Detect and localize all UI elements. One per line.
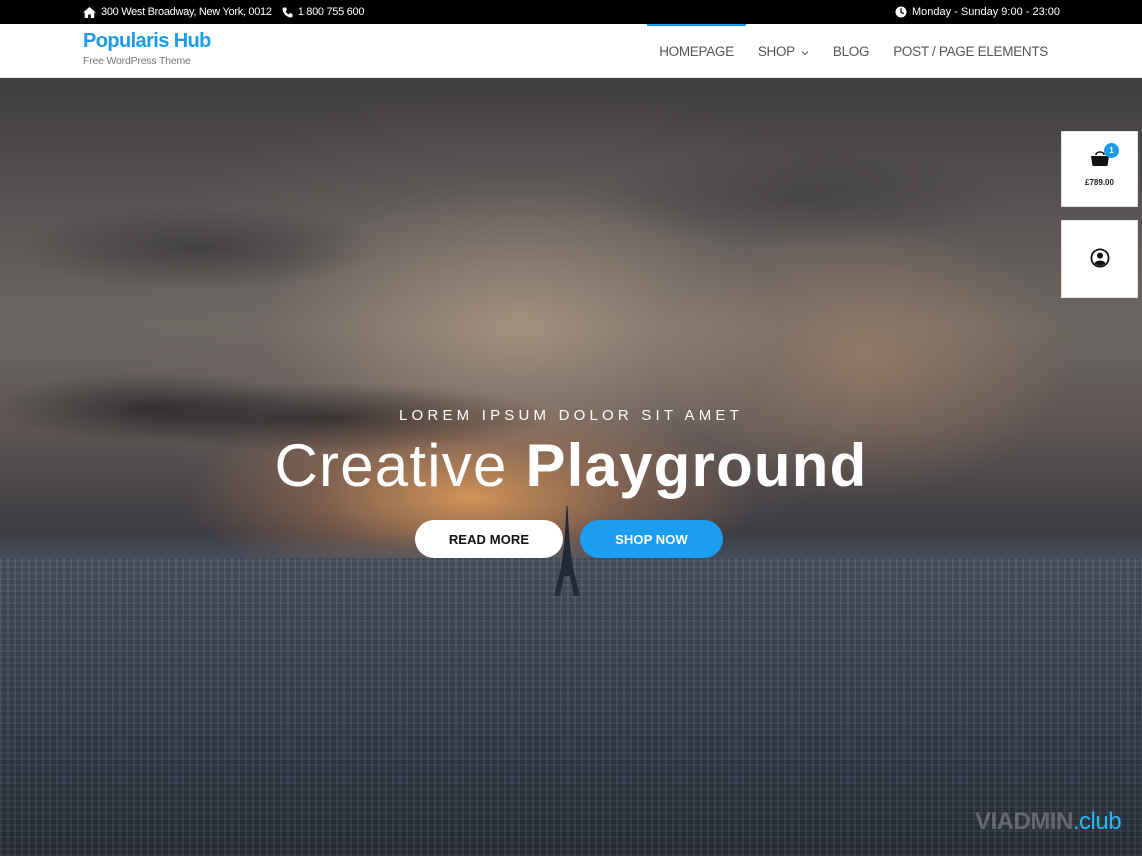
nav-item-label: POST / PAGE ELEMENTS bbox=[893, 43, 1048, 59]
hero-headline: Creative Playground bbox=[0, 430, 1142, 502]
site-title[interactable]: Popularis Hub bbox=[83, 30, 211, 52]
address-text: 300 West Broadway, New York, 0012 bbox=[101, 6, 272, 18]
topbar-phone[interactable]: 1 800 755 600 bbox=[282, 6, 364, 18]
read-more-button[interactable]: READ MORE bbox=[415, 520, 563, 558]
nav-item-label: BLOG bbox=[832, 43, 870, 59]
hero-headline-bold: Playground bbox=[525, 432, 868, 499]
nav-item-shop[interactable]: SHOP bbox=[746, 24, 821, 78]
home-icon bbox=[83, 6, 96, 18]
nav-item-blog[interactable]: BLOG bbox=[821, 24, 881, 78]
hero-section: LOREM IPSUM DOLOR SIT AMET Creative Play… bbox=[0, 78, 1142, 856]
cart-total: £789.00 bbox=[1085, 178, 1114, 187]
site-tagline: Free WordPress Theme bbox=[83, 55, 191, 67]
hero-headline-light: Creative bbox=[274, 432, 508, 499]
chevron-down-icon bbox=[801, 44, 809, 59]
nav-item-label: SHOP bbox=[757, 43, 795, 59]
site-header: Popularis Hub Free WordPress Theme HOMEP… bbox=[0, 24, 1142, 78]
cart-count-badge: 1 bbox=[1104, 143, 1119, 158]
main-navigation: HOMEPAGE SHOP BLOG POST / PAGE ELEMENTS bbox=[647, 24, 1060, 78]
hero-content: LOREM IPSUM DOLOR SIT AMET Creative Play… bbox=[0, 78, 1142, 856]
clock-icon bbox=[895, 6, 907, 18]
nav-item-post-page-elements[interactable]: POST / PAGE ELEMENTS bbox=[881, 24, 1060, 78]
watermark: VIADMIN.club bbox=[975, 808, 1122, 836]
top-bar: 300 West Broadway, New York, 0012 1 800 … bbox=[0, 0, 1142, 24]
header-cart-widget[interactable]: 1 £789.00 bbox=[1061, 131, 1138, 207]
header-account-widget[interactable] bbox=[1061, 220, 1138, 298]
topbar-hours: Monday - Sunday 9:00 - 23:00 bbox=[895, 0, 1060, 24]
nav-item-label: HOMEPAGE bbox=[659, 43, 734, 59]
shop-now-button[interactable]: SHOP NOW bbox=[580, 520, 723, 558]
watermark-part1: VIADMIN bbox=[975, 808, 1073, 835]
topbar-contact: 300 West Broadway, New York, 0012 1 800 … bbox=[83, 0, 364, 24]
phone-icon bbox=[282, 7, 293, 18]
hero-kicker: LOREM IPSUM DOLOR SIT AMET bbox=[399, 407, 743, 424]
nav-item-homepage[interactable]: HOMEPAGE bbox=[647, 24, 746, 78]
phone-text: 1 800 755 600 bbox=[297, 6, 365, 18]
user-circle-icon bbox=[1090, 248, 1110, 273]
site-branding[interactable]: Popularis Hub Free WordPress Theme bbox=[83, 30, 211, 67]
hours-text: Monday - Sunday 9:00 - 23:00 bbox=[912, 6, 1060, 18]
topbar-address: 300 West Broadway, New York, 0012 bbox=[83, 6, 272, 18]
watermark-part2: .club bbox=[1072, 808, 1122, 835]
